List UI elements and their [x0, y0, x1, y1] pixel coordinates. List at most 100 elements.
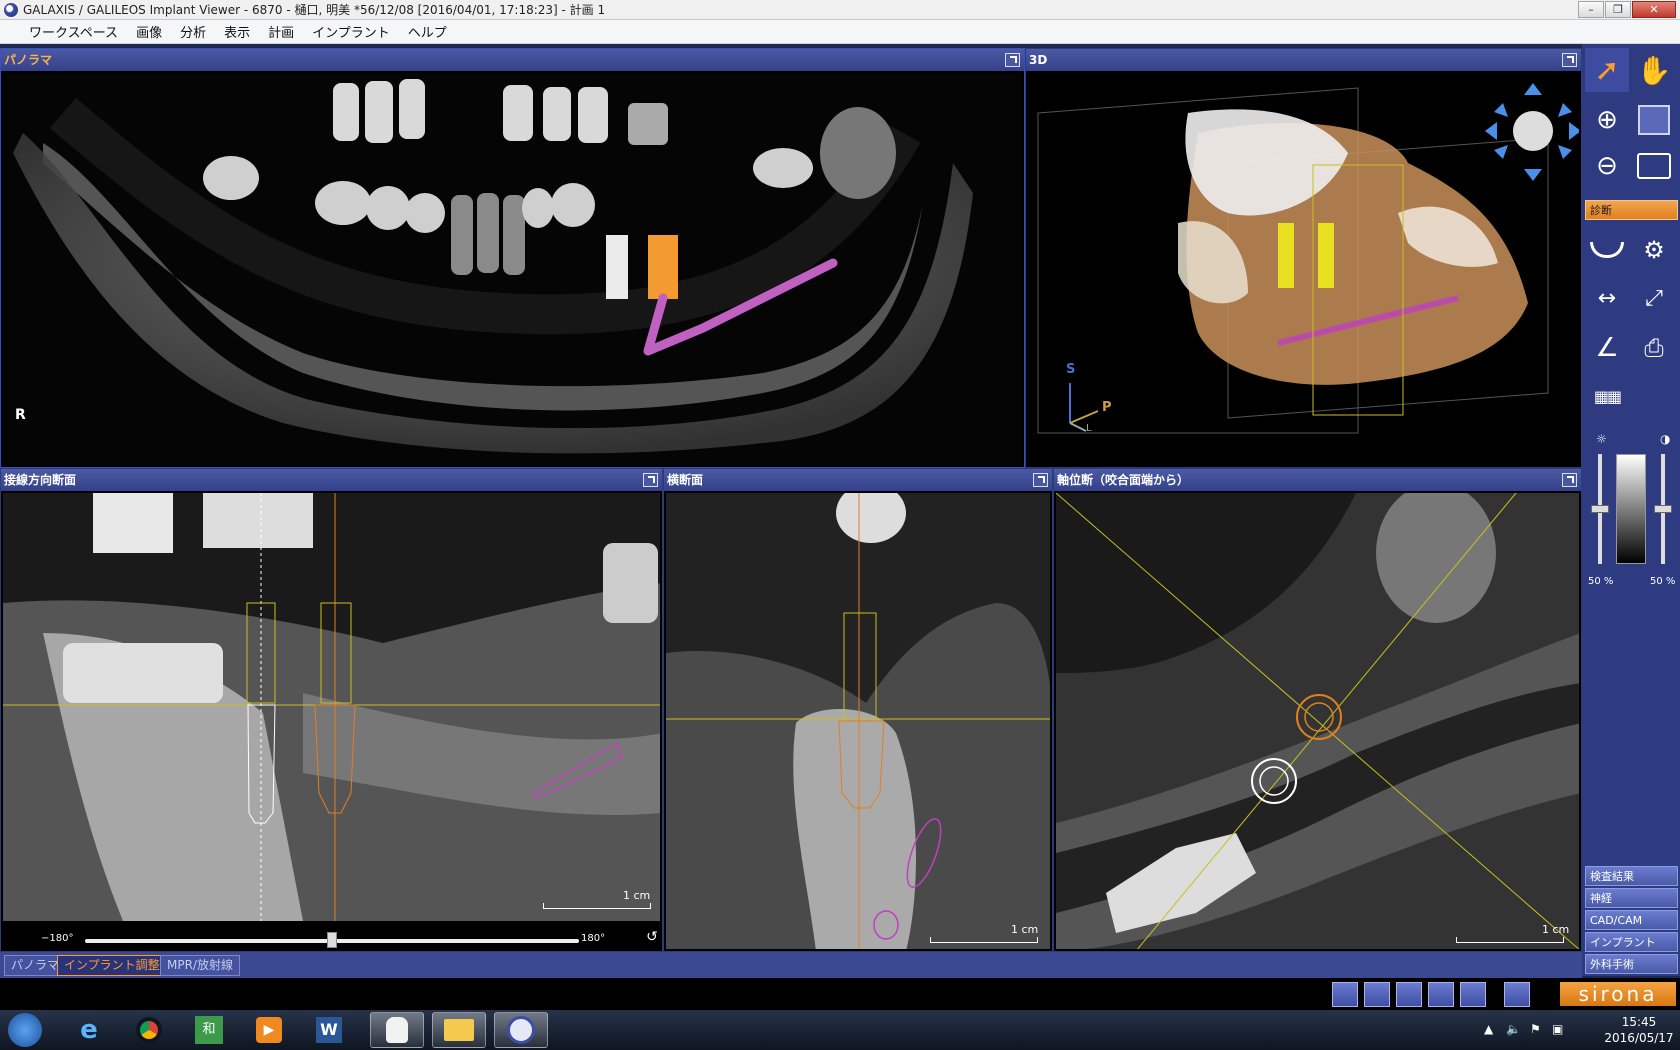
menu-view[interactable]: 表示 [215, 22, 259, 41]
taskbar-explorer[interactable] [432, 1012, 486, 1048]
maximize-icon[interactable] [1005, 53, 1020, 67]
hand-icon: ✋ [1636, 53, 1672, 87]
internet-explorer-icon: e [80, 1015, 98, 1045]
axial-scale-bar [1456, 937, 1564, 943]
cadcam-button[interactable]: CAD/CAM [1585, 910, 1678, 930]
menu-implant[interactable]: インプラント [303, 22, 399, 41]
view-mode-icon-3[interactable] [1396, 982, 1422, 1007]
distance-measure-tool[interactable]: ↔ [1585, 276, 1629, 320]
view-mode-icon-4[interactable] [1428, 982, 1454, 1007]
rotation-min-label: −180° [41, 933, 74, 944]
view3d-title: 3D [1029, 53, 1048, 67]
view-mode-icon-5[interactable] [1460, 982, 1486, 1007]
flag-icon[interactable]: ⚑ [1530, 1022, 1541, 1036]
layout-tool[interactable] [1632, 98, 1676, 142]
cross-image [666, 493, 1050, 949]
implant-tool[interactable]: ⚙ [1632, 228, 1676, 272]
brightness-icon: ☼ [1596, 432, 1607, 446]
curve-measure-tool[interactable]: ⤢ [1632, 276, 1676, 320]
maximize-icon[interactable] [1562, 473, 1577, 487]
select-arrow-tool[interactable]: ➚ [1585, 48, 1629, 92]
taskbar-ie[interactable]: e [62, 1012, 116, 1048]
menu-plan[interactable]: 計画 [259, 22, 303, 41]
panorama-panel: パノラマ R [0, 48, 1025, 468]
menu-help[interactable]: ヘルプ [399, 22, 456, 41]
taskbar-word[interactable]: W [302, 1012, 356, 1048]
tangential-title: 接線方向断面 [4, 473, 77, 487]
print-view-tool[interactable] [1632, 144, 1676, 188]
rotation-slider-thumb[interactable] [327, 932, 337, 948]
minimize-button[interactable]: – [1578, 1, 1604, 18]
printer-icon: ⎙ [1644, 334, 1664, 362]
windows-logo-icon [8, 1013, 42, 1047]
brightness-slider-thumb[interactable] [1591, 505, 1609, 513]
view-mode-icon-1[interactable] [1332, 982, 1358, 1007]
view-mode-icon-2[interactable] [1364, 982, 1390, 1007]
menu-workspace[interactable]: ワークスペース [20, 22, 127, 41]
rotation-reset-icon[interactable]: ↺ [643, 929, 661, 947]
dental-arch-tool[interactable] [1585, 228, 1629, 272]
close-button[interactable]: ✕ [1632, 1, 1676, 18]
menu-analysis[interactable]: 分析 [171, 22, 215, 41]
cross-panel: 横断面 1 cm [663, 468, 1053, 952]
panorama-viewport[interactable]: R [3, 73, 1022, 465]
taskbar-media[interactable]: ▶ [242, 1012, 296, 1048]
exam-results-button[interactable]: 検査結果 [1585, 866, 1678, 886]
restore-button[interactable]: ❐ [1605, 1, 1631, 18]
start-button[interactable] [2, 1012, 48, 1048]
tray-expand-icon[interactable]: ▲ [1484, 1022, 1493, 1036]
axial-viewport[interactable]: 1 cm [1056, 493, 1579, 949]
tangential-panel: 接線方向断面 1 cm −180° 180° ↺ [0, 468, 663, 952]
tangential-scale-label: 1 cm [623, 889, 651, 902]
axial-title: 軸位断（咬合面端から） [1057, 473, 1190, 487]
taskbar-galaxis[interactable] [494, 1012, 548, 1048]
title-bar: GALAXIS / GALILEOS Implant Viewer - 6870… [0, 0, 1680, 20]
tab-implant-adjust[interactable]: インプラント調整 [57, 955, 167, 976]
cross-scale-bar [930, 937, 1038, 943]
taskbar-ime[interactable]: 和 [182, 1012, 236, 1048]
panorama-image: R [3, 73, 1022, 465]
taskbar-chrome[interactable] [122, 1012, 176, 1048]
nerve-button[interactable]: 神経 [1585, 888, 1678, 908]
diagnosis-section-label[interactable]: 診断 [1585, 200, 1678, 220]
implant-button[interactable]: インプラント [1585, 932, 1678, 952]
maximize-icon[interactable] [1562, 53, 1577, 67]
maximize-icon[interactable] [643, 473, 658, 487]
view3d-viewport[interactable]: S P L [1028, 73, 1579, 465]
axial-header: 軸位断（咬合面端から） [1054, 469, 1581, 491]
grayscale-gradient [1616, 454, 1646, 564]
print-tool[interactable]: ⎙ [1632, 326, 1676, 370]
volume-icon[interactable]: 🔈 [1506, 1022, 1521, 1036]
tangential-viewport[interactable]: 1 cm [3, 493, 660, 921]
cross-viewport[interactable]: 1 cm [666, 493, 1050, 949]
network-icon[interactable]: ▣ [1552, 1022, 1563, 1036]
surgery-button[interactable]: 外科手術 [1585, 954, 1678, 974]
contrast-value: 50 % [1650, 576, 1676, 587]
view-mode-icon-6[interactable] [1504, 982, 1530, 1007]
angle-icon: ∠ [1595, 333, 1619, 363]
folder-icon [444, 1019, 474, 1041]
zoom-in-tool[interactable]: ⊕ [1585, 98, 1629, 142]
clock-time: 15:45 [1621, 1015, 1657, 1029]
zoom-out-tool[interactable]: ⊖ [1585, 144, 1629, 188]
angle-measure-tool[interactable]: ∠ [1585, 326, 1629, 370]
tab-mpr-radial[interactable]: MPR/放射線 [160, 955, 240, 976]
os-taskbar: e 和 ▶ W ▲ 🔈 ⚑ ▣ 15:45 2016/05/17 [0, 1010, 1680, 1050]
menu-image[interactable]: 画像 [127, 22, 171, 41]
maximize-icon[interactable] [1033, 473, 1048, 487]
density-measure-tool[interactable]: ▦▦ [1585, 374, 1629, 418]
curved-ruler-icon: ⤢ [1645, 285, 1663, 311]
pan-tool[interactable]: ✋ [1632, 48, 1676, 92]
tooth-icon [386, 1017, 408, 1043]
taskbar-dental-app[interactable] [370, 1012, 424, 1048]
workspace-tabs: パノラマ インプラント調整 MPR/放射線 [0, 952, 1582, 978]
clock-date: 2016/05/17 [1604, 1031, 1674, 1045]
axial-image [1056, 493, 1579, 949]
contrast-slider-thumb[interactable] [1654, 505, 1672, 513]
cross-scale-label: 1 cm [1011, 923, 1039, 936]
panorama-orientation-label: R [15, 407, 26, 423]
cross-header: 横断面 [664, 469, 1052, 491]
window-title: GALAXIS / GALILEOS Implant Viewer - 6870… [23, 3, 606, 17]
axis-superior-label: S [1066, 362, 1075, 377]
system-clock[interactable]: 15:45 2016/05/17 [1604, 1014, 1674, 1046]
